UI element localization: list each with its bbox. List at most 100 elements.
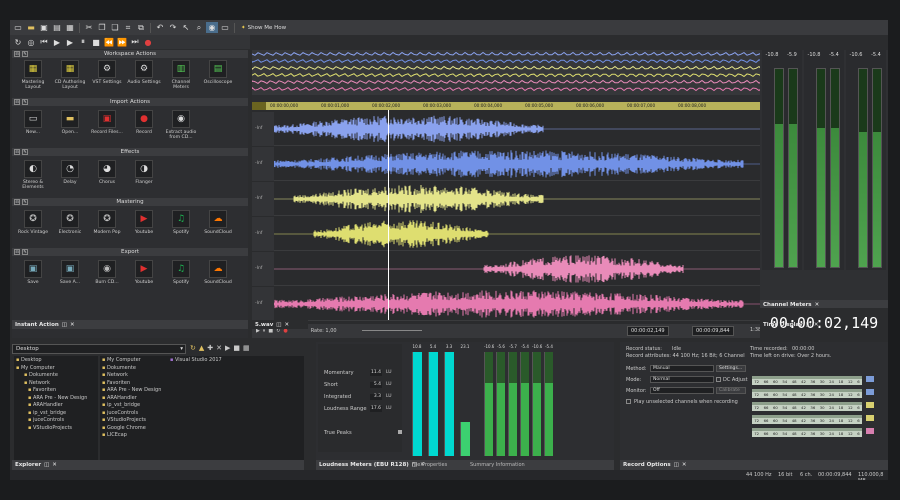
selection-start-field[interactable]: 00:00:02,149 <box>627 326 669 336</box>
pause-icon[interactable]: ⏸ <box>77 37 89 48</box>
action-tile-mastering-5[interactable]: ☁ SoundCloud <box>201 210 235 235</box>
edit-icon[interactable]: ✎ <box>22 51 28 57</box>
section-header-effects[interactable]: ⊟ ✎ Effects <box>12 148 248 156</box>
magnify-icon[interactable]: ⌕ <box>193 22 205 33</box>
action-tile-mastering-0[interactable]: ✪ Rock Vintage <box>16 210 50 235</box>
refresh-icon[interactable]: ↻ <box>190 344 196 352</box>
channel-color-icon[interactable] <box>866 376 874 382</box>
section-header-workspace[interactable]: ⊟ ✎ Workspace Actions <box>12 50 248 58</box>
action-tile-import-1[interactable]: ▬ Open... <box>53 110 87 135</box>
pin-icon[interactable]: ◫ <box>674 462 679 468</box>
file-item[interactable]: ▪ VStudioProjects <box>102 417 302 425</box>
open-folder-icon[interactable]: ▬ <box>25 22 37 33</box>
record-icon[interactable]: ● <box>142 37 154 48</box>
file-item[interactable]: ▪ ARAHandler <box>102 395 302 403</box>
tree-item[interactable]: ▪ Dokumente <box>16 372 96 380</box>
folder-tree[interactable]: ▪ Desktop ▪ My Computer ▪ Dokumente ▪ Netwo… <box>14 356 98 466</box>
audio-track[interactable]: -Inf <box>252 182 767 216</box>
action-tile-effects-2[interactable]: ◕ Chorus <box>90 160 124 185</box>
tree-item[interactable]: ▪ ARAHandler <box>16 402 96 410</box>
audio-track[interactable]: -Inf <box>252 217 767 251</box>
collapse-icon[interactable]: ⊟ <box>14 199 20 205</box>
action-tile-export-1[interactable]: ▣ Save A... <box>53 260 87 285</box>
close-icon[interactable]: ✕ <box>682 462 687 468</box>
action-tile-workspace-0[interactable]: ▦ Mastering Layout <box>16 60 50 90</box>
action-tile-mastering-2[interactable]: ✪ Modern Pop <box>90 210 124 235</box>
action-tile-effects-1[interactable]: ◔ Delay <box>53 160 87 185</box>
play-icon[interactable]: ▶ <box>51 37 63 48</box>
show-me-how-button[interactable]: ✦ Show Me How <box>238 25 289 31</box>
dc-adjust-checkbox[interactable] <box>716 377 721 382</box>
rewind-icon[interactable]: ⏪ <box>103 37 115 48</box>
edit-icon[interactable]: ✎ <box>22 199 28 205</box>
copy-icon[interactable]: ❐ <box>96 22 108 33</box>
redo-icon[interactable]: ↷ <box>167 22 179 33</box>
wave-tab[interactable]: 5.wav ◫ ✕ <box>252 320 308 329</box>
action-tile-export-5[interactable]: ☁ SoundCloud <box>201 260 235 285</box>
close-icon[interactable]: ✕ <box>52 462 57 468</box>
stop-icon[interactable]: ■ <box>233 344 240 352</box>
selection-end-field[interactable]: 00:00:09,844 <box>692 326 734 336</box>
action-tile-import-0[interactable]: ▭ New... <box>16 110 50 135</box>
overview-scrollbar[interactable] <box>252 95 767 102</box>
tree-item[interactable]: ▪ ARA Pre - New Design <box>16 395 96 403</box>
section-header-import[interactable]: ⊟ ✎ Import Actions <box>12 98 248 106</box>
new-file-icon[interactable]: ▭ <box>12 22 24 33</box>
action-tile-mastering-3[interactable]: ▶ Youtube <box>127 210 161 235</box>
tree-item[interactable]: ▪ VStudioProjects <box>16 425 96 433</box>
pin-icon[interactable]: ◫ <box>44 462 49 468</box>
section-header-export[interactable]: ⊟ ✎ Export <box>12 248 248 256</box>
file-item[interactable]: ▪ Network <box>102 372 302 380</box>
action-tile-workspace-1[interactable]: ▦ CD Authoring Layout <box>53 60 87 90</box>
audio-track[interactable]: -Inf <box>252 147 767 181</box>
tree-item[interactable]: ▪ Favoriten <box>16 387 96 395</box>
goto-end-icon[interactable]: ⏭ <box>129 37 141 48</box>
file-item[interactable]: ▪ Favoriten <box>102 380 302 388</box>
action-tile-workspace-3[interactable]: ⚙ Audio Settings <box>127 60 161 85</box>
action-tile-import-3[interactable]: ● Record <box>127 110 161 135</box>
loop-icon[interactable]: ↻ <box>12 37 24 48</box>
time-ruler[interactable]: 00:00:00,000 00:00:01,000 00:00:02,000 00:0… <box>252 102 767 110</box>
file-item[interactable]: ▪ LICEcap <box>102 432 302 440</box>
channel-color-icon[interactable] <box>866 402 874 408</box>
file-item[interactable]: ▪ Google Chrome <box>102 425 302 433</box>
close-icon[interactable]: ✕ <box>70 322 75 328</box>
calibrate-button[interactable]: Calibrate <box>716 387 746 394</box>
file-item[interactable]: ▪ ip_vst_bridge <box>102 402 302 410</box>
folder-up-icon[interactable]: ▲ <box>199 344 204 352</box>
action-tile-export-3[interactable]: ▶ Youtube <box>127 260 161 285</box>
mode-select[interactable]: Normal <box>650 376 714 383</box>
edit-icon[interactable]: ✎ <box>22 249 28 255</box>
action-tile-effects-0[interactable]: ◐ Stereo & Elements <box>16 160 50 190</box>
tree-item[interactable]: ▪ Network <box>16 380 96 388</box>
settings-button[interactable]: Settings... <box>716 365 746 372</box>
playback-cursor[interactable] <box>388 110 389 320</box>
cut-icon[interactable]: ✂ <box>83 22 95 33</box>
action-tile-workspace-2[interactable]: ⚙ VST Settings <box>90 60 124 85</box>
screen-icon[interactable]: ▭ <box>219 22 231 33</box>
action-tile-export-2[interactable]: ◉ Burn CD... <box>90 260 124 285</box>
close-icon[interactable]: ✕ <box>285 322 290 328</box>
goto-start-icon[interactable]: ⏮ <box>38 37 50 48</box>
audio-track[interactable]: -Inf <box>252 252 767 286</box>
save-icon[interactable]: ▣ <box>38 22 50 33</box>
collapse-icon[interactable]: ⊟ <box>14 249 20 255</box>
collapse-icon[interactable]: ⊟ <box>14 99 20 105</box>
play-loop-icon[interactable]: ▶ <box>64 37 76 48</box>
section-header-mastering[interactable]: ⊟ ✎ Mastering <box>12 198 248 206</box>
save-all-icon[interactable]: ▤ <box>51 22 63 33</box>
file-item[interactable]: ▪ juceControls <box>102 410 302 418</box>
pin-icon[interactable]: ◫ <box>276 322 281 328</box>
file-list[interactable]: ▪ My Computer ▪ Dokumente ▪ Network ▪ Favor… <box>100 356 304 466</box>
action-tile-mastering-4[interactable]: ♫ Spotify <box>164 210 198 235</box>
channel-color-icon[interactable] <box>866 415 874 421</box>
action-tile-import-2[interactable]: ▣ Record Files... <box>90 110 124 135</box>
chevron-down-icon[interactable]: ▾ <box>180 346 183 352</box>
method-select[interactable]: Manual <box>650 365 714 372</box>
crop-icon[interactable]: ⌗ <box>122 22 134 33</box>
waveform-overview[interactable] <box>251 50 767 95</box>
action-tile-import-4[interactable]: ◉ Extract audio from CD... <box>164 110 198 140</box>
audio-track[interactable]: -Inf <box>252 112 767 146</box>
paste-icon[interactable]: ❏ <box>109 22 121 33</box>
forward-icon[interactable]: ⏩ <box>116 37 128 48</box>
